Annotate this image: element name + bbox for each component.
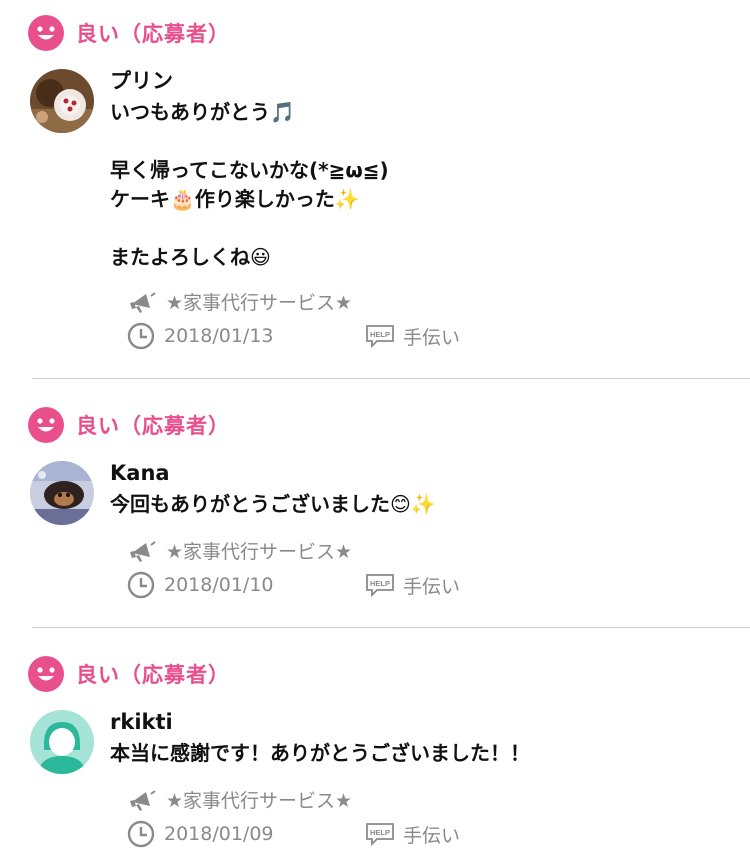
rating-row: 良い（応募者） <box>28 656 230 692</box>
rating-label: 良い（応募者） <box>76 22 230 46</box>
category-label[interactable]: ★家事代行サービス★ <box>166 288 352 315</box>
tag-label[interactable]: 手伝い <box>403 323 460 350</box>
category-row: ★家事代行サービス★ <box>128 286 352 316</box>
svg-text:HELP: HELP <box>370 828 390 837</box>
clock-icon <box>127 571 155 599</box>
tag-row: HELP 手伝い <box>365 570 460 600</box>
category-label[interactable]: ★家事代行サービス★ <box>166 786 352 813</box>
smile-icon <box>28 656 64 692</box>
review-message: 今回もありがとうございました😊✨ <box>110 492 436 516</box>
rating-row: 良い（応募者） <box>28 15 230 51</box>
clock-icon <box>127 322 155 350</box>
review-content: Kana 今回もありがとうございました😊✨ <box>110 459 730 519</box>
rating-label: 良い（応募者） <box>76 414 230 438</box>
divider <box>32 378 750 379</box>
date-row: 2018/01/13 <box>126 321 274 351</box>
avatar-photo <box>30 461 94 525</box>
megaphone-icon <box>130 790 156 811</box>
tag-row: HELP 手伝い <box>365 819 460 849</box>
review-date: 2018/01/10 <box>164 574 274 596</box>
divider <box>32 627 750 628</box>
svg-text:HELP: HELP <box>370 579 390 588</box>
clock-icon <box>127 820 155 848</box>
category-row: ★家事代行サービス★ <box>128 784 352 814</box>
help-icon: HELP <box>366 574 394 598</box>
avatar[interactable] <box>30 710 94 774</box>
category-row: ★家事代行サービス★ <box>128 535 352 565</box>
avatar[interactable] <box>30 461 94 525</box>
avatar-photo <box>30 69 94 133</box>
megaphone-icon <box>130 292 156 313</box>
tag-label[interactable]: 手伝い <box>403 572 460 599</box>
help-icon: HELP <box>366 823 394 847</box>
user-name[interactable]: プリン <box>110 67 730 95</box>
smile-icon <box>28 407 64 443</box>
rating-row: 良い（応募者） <box>28 407 230 443</box>
review-content: プリン いつもありがとう🎵 早く帰ってこないかな(*≧ω≦) ケーキ🎂作り楽しか… <box>110 67 730 272</box>
tag-row: HELP 手伝い <box>365 321 460 351</box>
review-message: いつもありがとう🎵 早く帰ってこないかな(*≧ω≦) ケーキ🎂作り楽しかった✨ … <box>110 100 389 269</box>
review-message: 本当に感謝です！ありがとうございました！！ <box>110 741 530 765</box>
date-row: 2018/01/10 <box>126 570 274 600</box>
user-name[interactable]: rkikti <box>110 708 730 736</box>
review-content: rkikti 本当に感謝です！ありがとうございました！！ <box>110 708 730 768</box>
avatar[interactable] <box>30 69 94 133</box>
review-date: 2018/01/09 <box>164 823 274 845</box>
category-label[interactable]: ★家事代行サービス★ <box>166 537 352 564</box>
date-row: 2018/01/09 <box>126 819 274 849</box>
smile-icon <box>28 15 64 51</box>
rating-label: 良い（応募者） <box>76 663 230 687</box>
default-avatar-icon <box>30 710 94 774</box>
user-name[interactable]: Kana <box>110 459 730 487</box>
tag-label[interactable]: 手伝い <box>403 821 460 848</box>
help-icon: HELP <box>366 325 394 349</box>
svg-text:HELP: HELP <box>370 330 390 339</box>
megaphone-icon <box>130 541 156 562</box>
review-date: 2018/01/13 <box>164 325 274 347</box>
